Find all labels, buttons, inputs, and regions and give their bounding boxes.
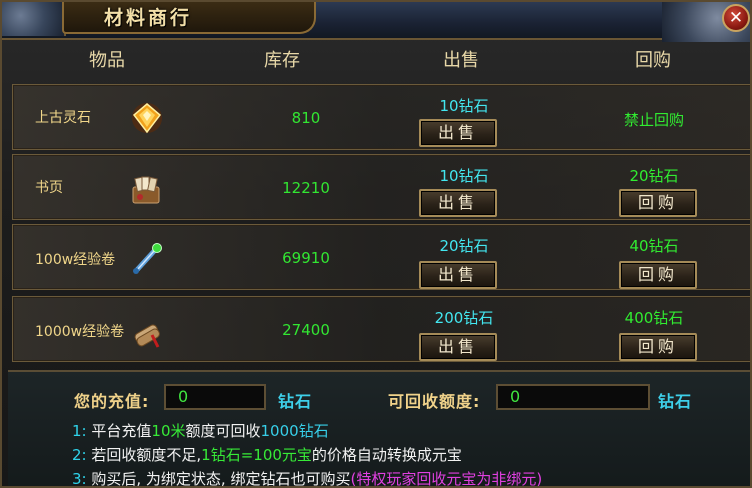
buyback-price: 禁止回购 xyxy=(623,111,684,129)
header-stock: 库存 xyxy=(264,50,300,71)
info-panel: 您的充值: 0 钻石 可回收额度: 0 钻石 1: 平台充值10米额度可回收10… xyxy=(8,370,750,488)
buyback-button[interactable]: 回购 xyxy=(619,333,697,361)
recyclable-label: 可回收额度: xyxy=(388,392,481,411)
stock-value: 810 xyxy=(291,109,321,127)
sell-price: 20钻石 xyxy=(439,237,489,255)
note-line-2: 2: 若回收额度不足,1钻石=100元宝的价格自动转换成元宝 xyxy=(72,444,462,465)
buyback-button[interactable]: 回购 xyxy=(619,261,697,289)
buyback-price: 400钻石 xyxy=(624,309,684,327)
material-shop-window: 材料商行 ✕ 物品 库存 出售 回购 上古灵石 810 10钻石 出售 禁止回购… xyxy=(0,0,752,488)
scroll-bundle-icon xyxy=(134,324,160,348)
note-number: 3: xyxy=(72,470,87,488)
note-number: 2: xyxy=(72,446,87,464)
header-sell: 出售 xyxy=(443,50,479,71)
note-line-3: 3: 购买后, 为绑定状态, 绑定钻石也可购买(特权玩家回收元宝为非绑元) xyxy=(72,468,543,488)
buyback-price: 40钻石 xyxy=(629,237,679,255)
item-name: 1000w经验卷 xyxy=(35,324,125,340)
item-name: 上古灵石 xyxy=(35,110,91,126)
stock-value: 69910 xyxy=(282,249,330,267)
table-row: 100w经验卷 69910 20钻石 出售 40钻石 回购 xyxy=(12,224,750,290)
stock-value: 27400 xyxy=(282,321,330,339)
note-highlight: 10米 xyxy=(151,422,186,440)
note-highlight: 1000钻石 xyxy=(260,422,329,440)
note-text: 购买后, 为绑定状态, 绑定钻石也可购买 xyxy=(91,470,351,488)
table-row: 书页 12210 10钻石 出售 20钻石 回购 xyxy=(12,154,750,220)
title-bar: 材料商行 ✕ xyxy=(2,2,750,42)
table-row: 1000w经验卷 27400 200钻石 出售 400钻石 回购 xyxy=(12,296,750,362)
sell-price: 10钻石 xyxy=(439,97,489,115)
recyclable-field[interactable]: 0 xyxy=(496,384,650,410)
table-row: 上古灵石 810 10钻石 出售 禁止回购 xyxy=(12,84,750,150)
sell-button[interactable]: 出售 xyxy=(419,189,497,217)
recyclable-unit: 钻石 xyxy=(658,392,693,411)
note-text: 平台充值 xyxy=(91,422,152,440)
note-line-1: 1: 平台充值10米额度可回收1000钻石 xyxy=(72,420,329,441)
scroll-green-icon xyxy=(133,243,162,274)
buyback-button[interactable]: 回购 xyxy=(619,189,697,217)
buyback-price: 20钻石 xyxy=(629,167,679,185)
sell-button[interactable]: 出售 xyxy=(419,333,497,361)
recharge-field[interactable]: 0 xyxy=(164,384,266,410)
sell-price: 200钻石 xyxy=(434,309,494,327)
note-number: 1: xyxy=(72,422,87,440)
recharge-label: 您的充值: xyxy=(74,392,150,411)
item-name: 书页 xyxy=(35,180,63,196)
note-text: 若回收额度不足, xyxy=(91,446,202,464)
book-pages-icon xyxy=(132,176,160,204)
note-text: 的价格自动转换成元宝 xyxy=(311,446,462,464)
stock-value: 12210 xyxy=(282,179,330,197)
note-highlight: 1钻石=100元宝 xyxy=(201,446,312,464)
dragon-ornament-left-icon xyxy=(2,2,66,36)
sell-button[interactable]: 出售 xyxy=(419,261,497,289)
sell-button[interactable]: 出售 xyxy=(419,119,497,147)
sell-price: 10钻石 xyxy=(439,167,489,185)
recharge-unit: 钻石 xyxy=(278,392,313,411)
header-buyback: 回购 xyxy=(635,50,671,71)
header-item: 物品 xyxy=(89,50,125,71)
note-highlight: (特权玩家回收元宝为非绑元) xyxy=(350,470,543,488)
item-name: 100w经验卷 xyxy=(35,252,116,268)
note-text: 额度可回收 xyxy=(185,422,261,440)
close-button[interactable]: ✕ xyxy=(722,4,750,32)
close-icon: ✕ xyxy=(728,8,744,28)
gem-icon xyxy=(132,103,162,134)
window-title: 材料商行 xyxy=(104,7,193,29)
